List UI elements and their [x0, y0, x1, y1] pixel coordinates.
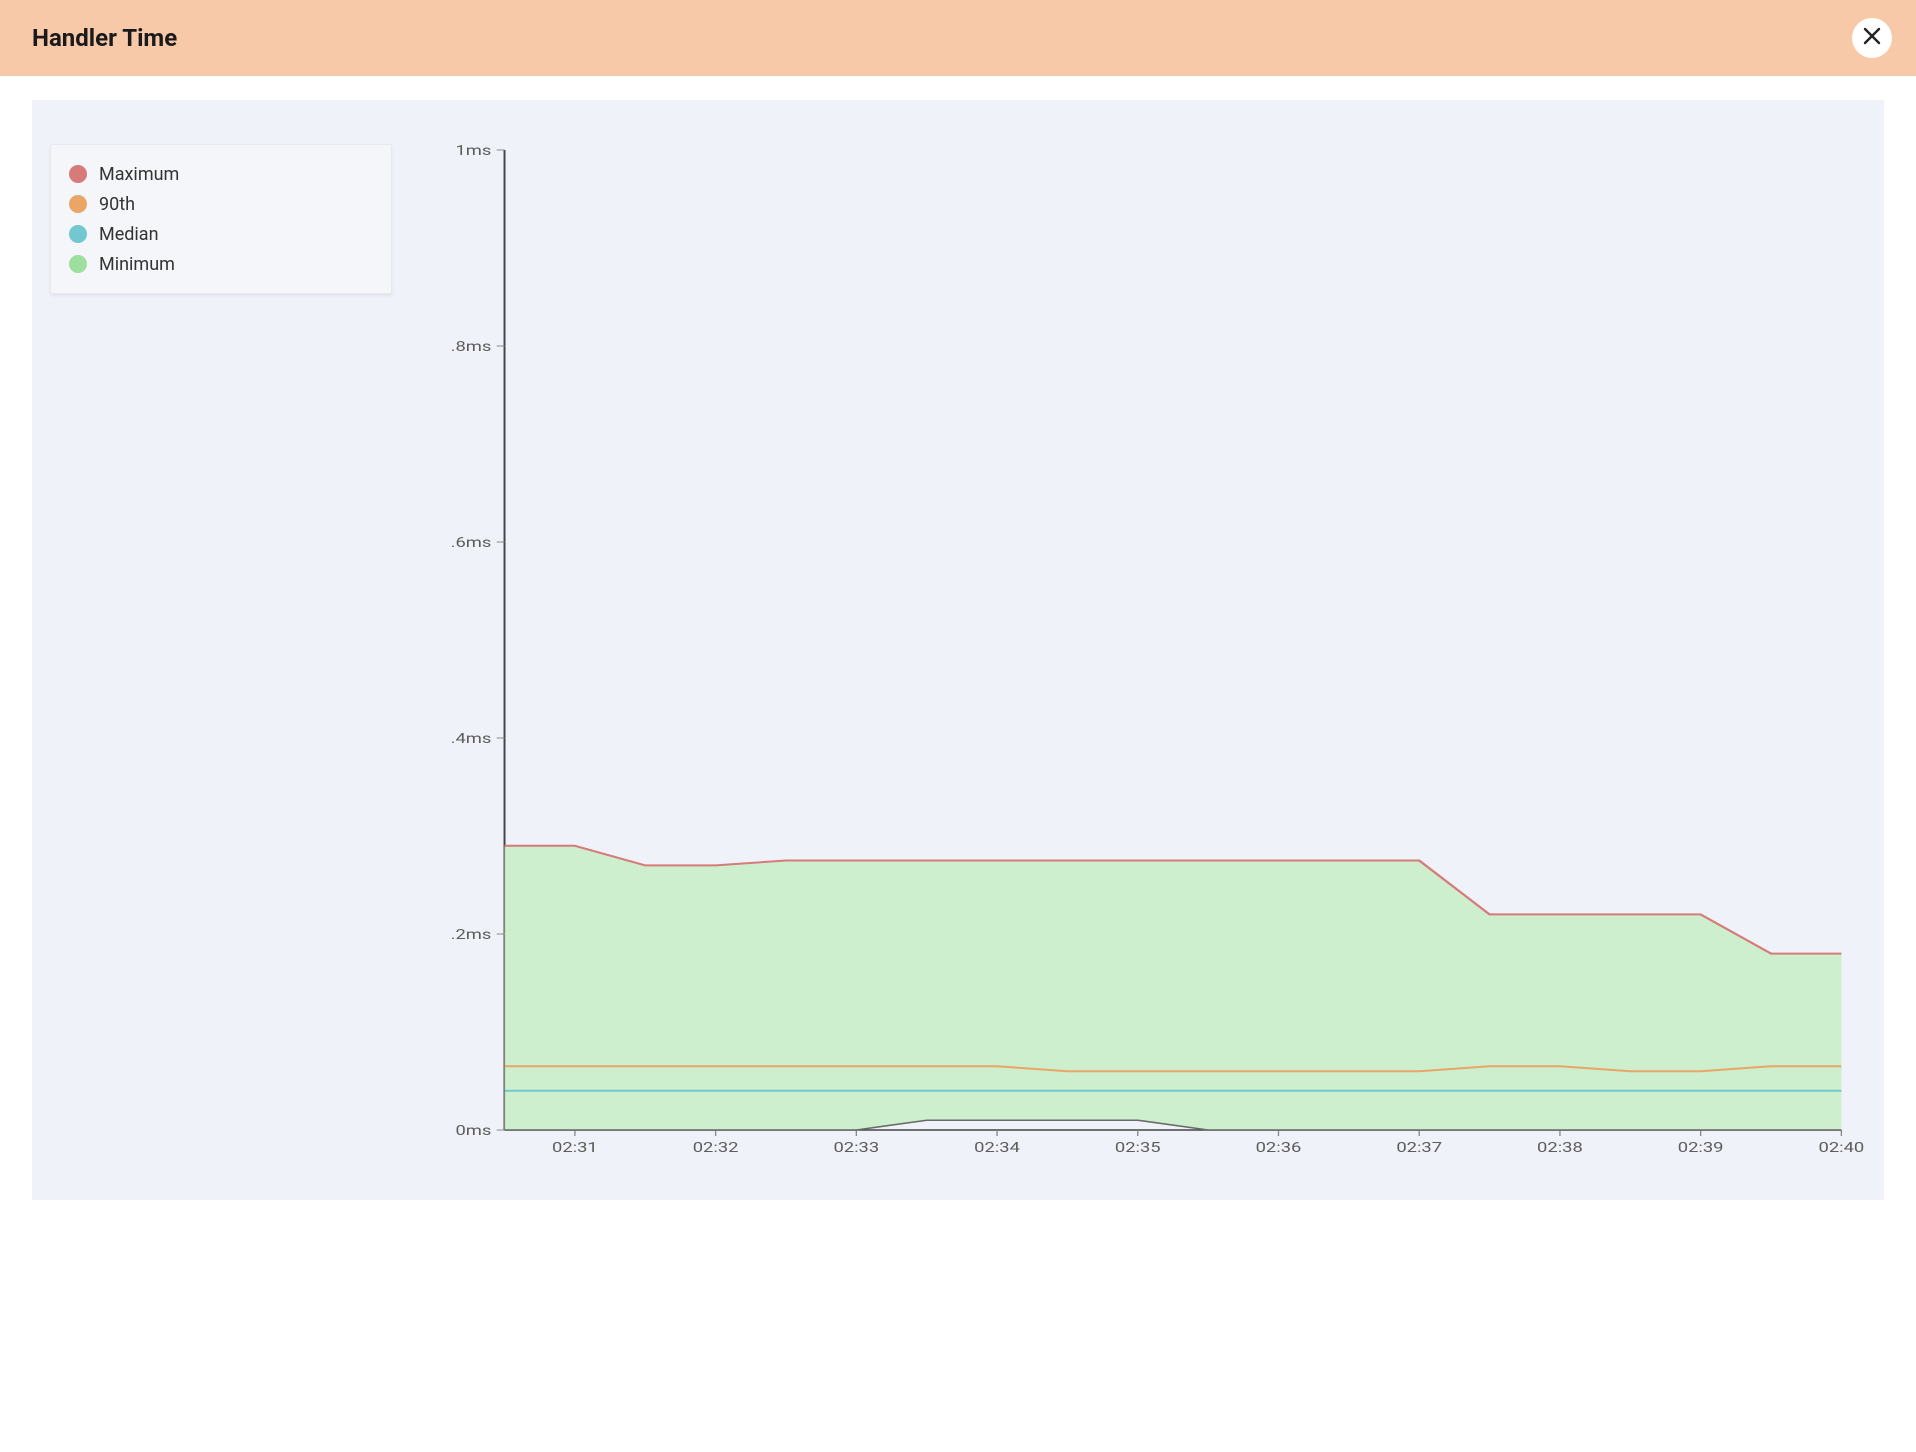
area-min-max [505, 846, 1842, 1130]
legend-item-median[interactable]: Median [69, 219, 373, 249]
x-tick-label: 02:38 [1537, 1139, 1583, 1155]
dialog-title: Handler Time [32, 24, 177, 52]
x-tick-label: 02:40 [1818, 1139, 1864, 1155]
legend-item-maximum[interactable]: Maximum [69, 159, 373, 189]
y-tick-label: .6ms [451, 534, 492, 550]
chart-plot-area: 0ms .2ms .4ms .6ms .8ms 1ms 02:31 02:32 02:33 02:… [452, 140, 1844, 1160]
chart-panel: Maximum 90th Median Minimum 0ms .2ms .4ms .6ms… [32, 100, 1884, 1200]
y-tick-label: .2ms [451, 926, 492, 942]
y-tick-label: .8ms [451, 338, 492, 354]
chart-legend: Maximum 90th Median Minimum [50, 144, 392, 294]
legend-swatch-icon [69, 165, 87, 183]
x-tick-label: 02:32 [693, 1139, 739, 1155]
x-tick-label: 02:35 [1115, 1139, 1161, 1155]
x-tick-label: 02:36 [1256, 1139, 1302, 1155]
legend-swatch-icon [69, 225, 87, 243]
x-tick-label: 02:31 [552, 1139, 598, 1155]
close-button[interactable] [1852, 18, 1892, 58]
x-tick-label: 02:39 [1678, 1139, 1724, 1155]
legend-label: Maximum [99, 164, 179, 185]
legend-label: Minimum [99, 254, 175, 275]
legend-swatch-icon [69, 255, 87, 273]
y-tick-label: 1ms [455, 142, 491, 158]
content-area: Maximum 90th Median Minimum 0ms .2ms .4ms .6ms… [0, 76, 1916, 1232]
y-tick-label: .4ms [451, 730, 492, 746]
close-icon [1863, 25, 1881, 51]
x-tick-label: 02:33 [833, 1139, 879, 1155]
legend-item-90th[interactable]: 90th [69, 189, 373, 219]
legend-swatch-icon [69, 195, 87, 213]
legend-label: Median [99, 224, 159, 245]
x-tick-label: 02:34 [974, 1139, 1020, 1155]
legend-label: 90th [99, 194, 135, 215]
x-tick-label: 02:37 [1396, 1139, 1442, 1155]
chart-svg: 0ms .2ms .4ms .6ms .8ms 1ms 02:31 02:32 02:33 02:… [452, 140, 1844, 1160]
dialog-header: Handler Time [0, 0, 1916, 76]
legend-item-minimum[interactable]: Minimum [69, 249, 373, 279]
y-tick-label: 0ms [455, 1122, 491, 1138]
